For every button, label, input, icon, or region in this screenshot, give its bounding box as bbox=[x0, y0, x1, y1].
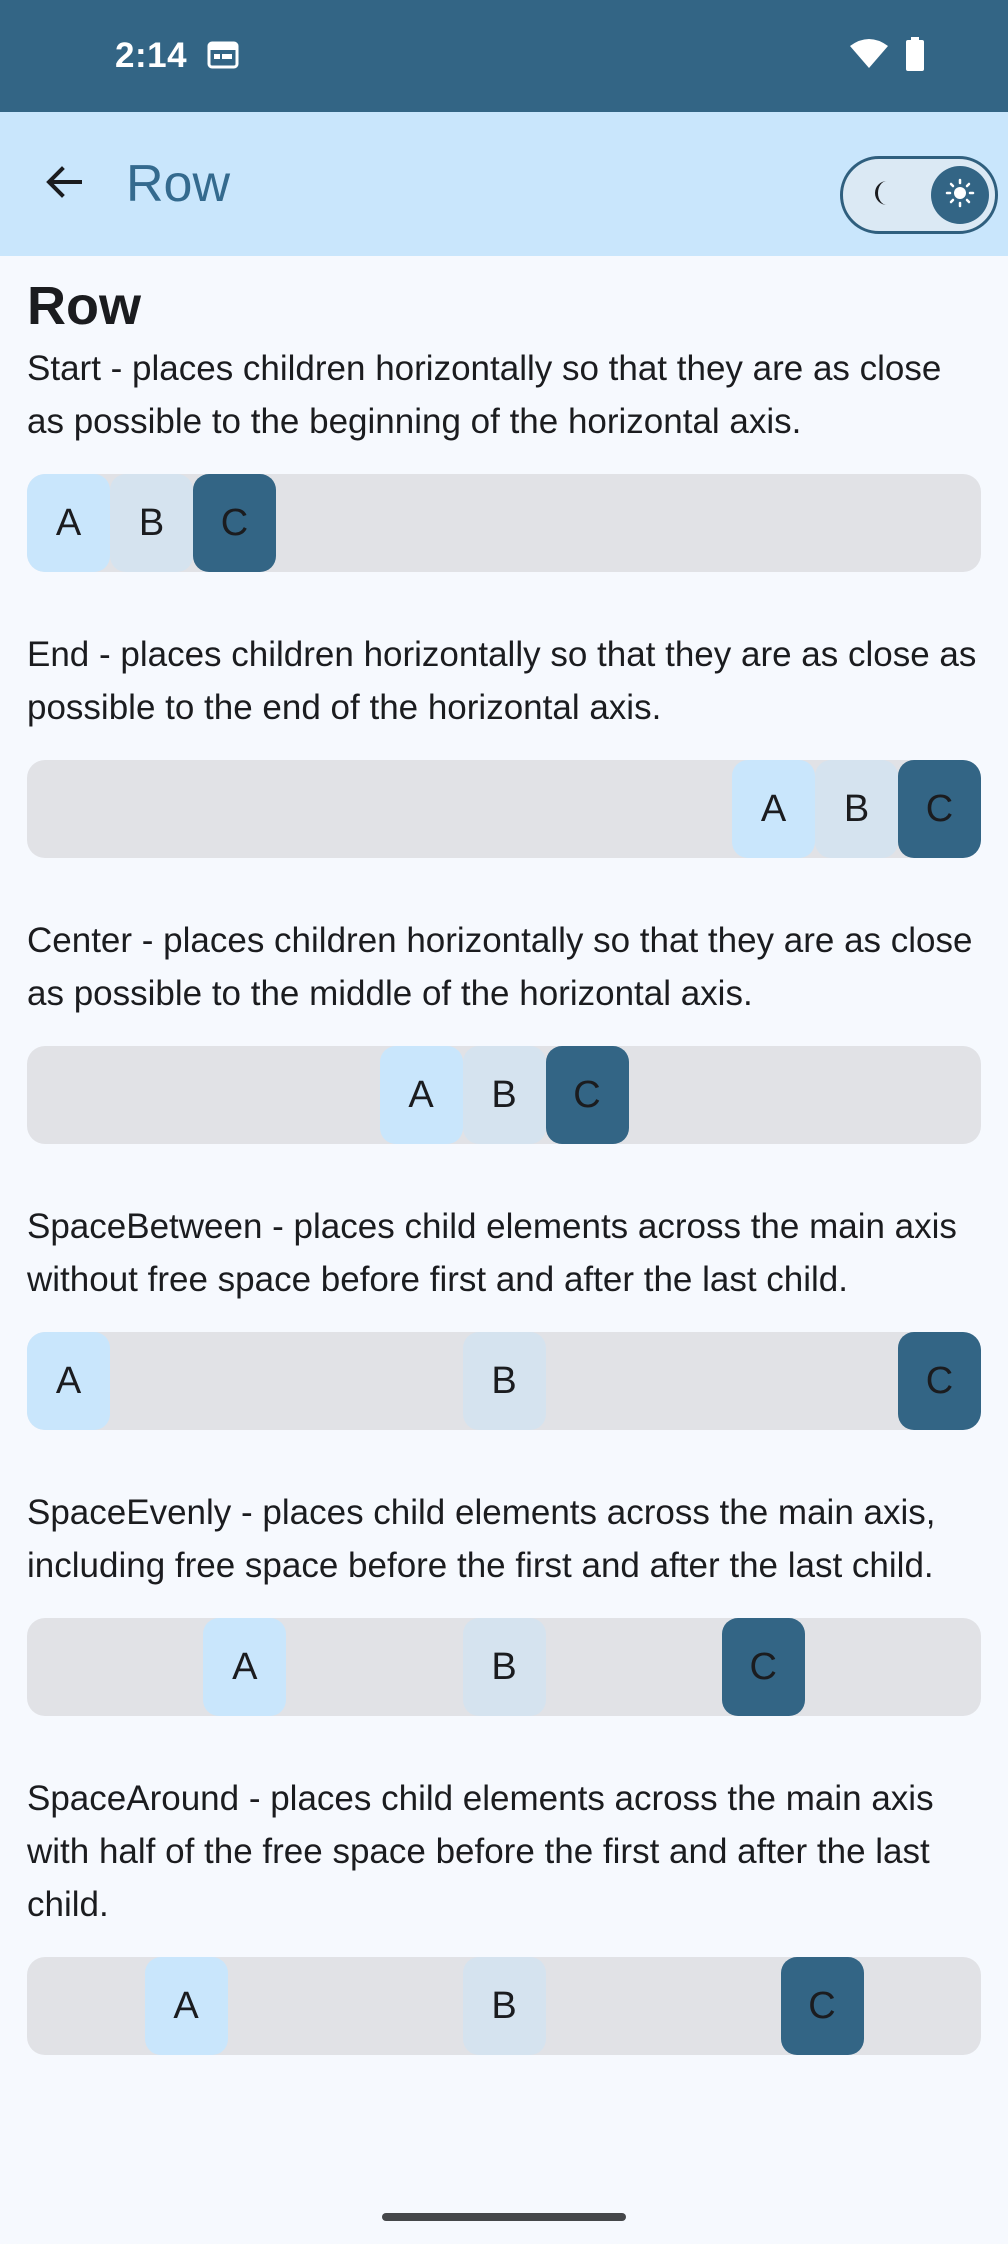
chip-a: A bbox=[203, 1618, 287, 1716]
chip-b: B bbox=[815, 760, 898, 858]
chip-a: A bbox=[732, 760, 815, 858]
chip-c: C bbox=[545, 1046, 629, 1144]
end-description: End - places children horizontally so th… bbox=[27, 635, 977, 727]
status-time: 2:14 bbox=[115, 36, 188, 75]
chip-a: A bbox=[27, 474, 110, 572]
battery-icon bbox=[905, 36, 925, 76]
calendar-icon bbox=[207, 39, 239, 74]
app-bar-title: Row bbox=[126, 155, 231, 213]
space-evenly-description: SpaceEvenly - places child elements acro… bbox=[27, 1493, 936, 1585]
status-left: 2:14 bbox=[115, 36, 239, 76]
chip-b: B bbox=[110, 474, 193, 572]
chip-b: B bbox=[462, 1957, 546, 2055]
page-heading: Row bbox=[27, 276, 141, 336]
home-indicator[interactable] bbox=[382, 2213, 626, 2221]
status-bar: 2:14 bbox=[0, 0, 1008, 112]
chip-c: C bbox=[721, 1618, 805, 1716]
moon-icon bbox=[869, 179, 895, 212]
start-row-demo: A B C bbox=[27, 474, 981, 572]
theme-toggle[interactable] bbox=[840, 156, 998, 234]
center-description: Center - places children horizontally so… bbox=[27, 921, 973, 1013]
toggle-knob[interactable] bbox=[931, 166, 989, 224]
chip-c: C bbox=[193, 474, 276, 572]
space-around-description: SpaceAround - places child elements acro… bbox=[27, 1779, 934, 1924]
status-right bbox=[849, 36, 925, 76]
chip-b: B bbox=[462, 1046, 546, 1144]
chip-a: A bbox=[379, 1046, 463, 1144]
page-content: Row Start - places children horizontally… bbox=[0, 270, 1008, 2055]
start-description: Start - places children horizontally so … bbox=[27, 349, 942, 441]
space-between-row-demo: A B C bbox=[27, 1332, 981, 1430]
end-row-demo: A B C bbox=[27, 760, 981, 858]
sun-icon bbox=[945, 178, 975, 213]
top-app-bar: Row bbox=[0, 112, 1008, 256]
wifi-icon bbox=[849, 38, 889, 75]
chip-a: A bbox=[144, 1957, 228, 2055]
chip-c: C bbox=[898, 760, 981, 858]
chip-b: B bbox=[462, 1332, 546, 1430]
chip-c: C bbox=[898, 1332, 981, 1430]
chip-b: B bbox=[462, 1618, 546, 1716]
center-row-demo: A B C bbox=[27, 1046, 981, 1144]
back-button[interactable] bbox=[16, 136, 112, 232]
chip-c: C bbox=[780, 1957, 864, 2055]
space-between-description: SpaceBetween - places child elements acr… bbox=[27, 1207, 957, 1299]
space-evenly-row-demo: A B C bbox=[27, 1618, 981, 1716]
arrow-back-icon bbox=[44, 162, 84, 207]
chip-a: A bbox=[27, 1332, 110, 1430]
space-around-row-demo: A B C bbox=[27, 1957, 981, 2055]
